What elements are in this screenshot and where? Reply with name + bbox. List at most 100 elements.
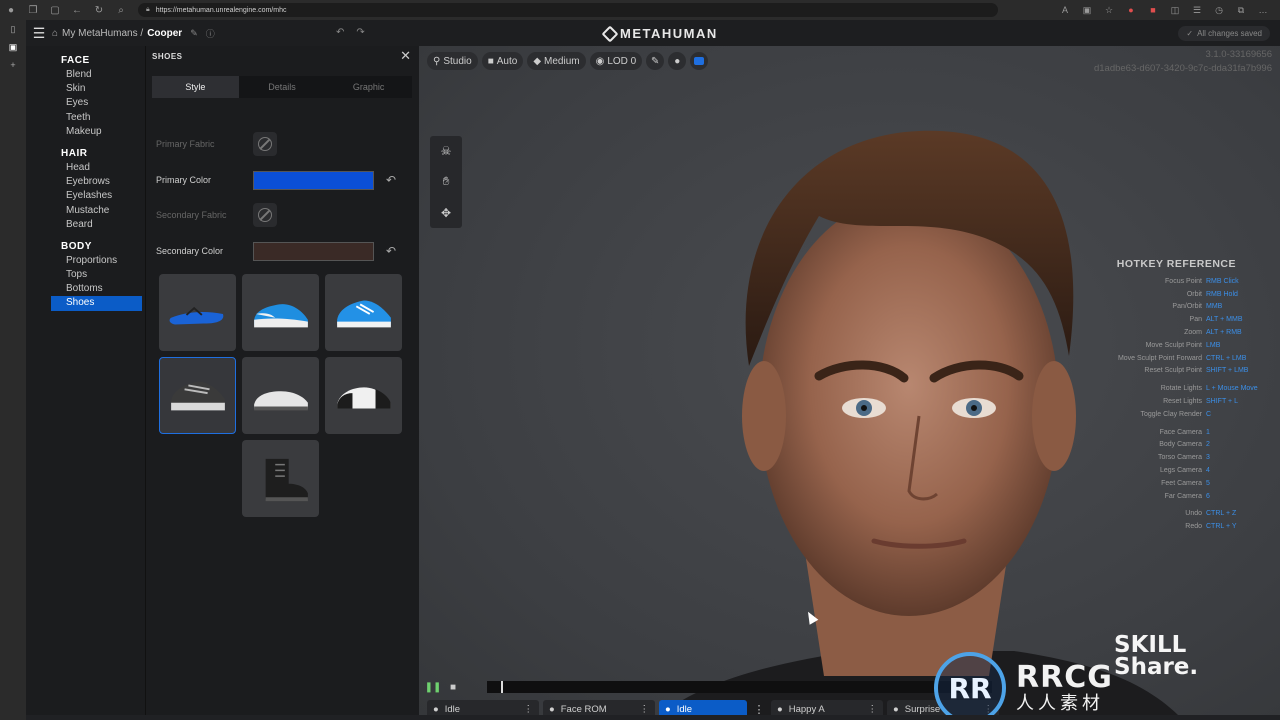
playhead[interactable]: [501, 681, 503, 693]
3d-viewport[interactable]: ⚲ Studio ■ Auto ◆ Medium ◉ LOD 0 ✎ ● 3.1.0-3…: [419, 46, 1280, 715]
reset-icon[interactable]: ↶: [386, 244, 396, 258]
auto-camera-button[interactable]: ■ Auto: [481, 52, 524, 70]
lod-button[interactable]: ◉ LOD 0: [589, 52, 643, 70]
tab-graphic[interactable]: Graphic: [325, 76, 412, 98]
tab-actions-icon[interactable]: ❐: [22, 5, 44, 16]
sidebar-item-eyelashes[interactable]: Eyelashes: [26, 189, 145, 203]
sidebar-icon[interactable]: ◫: [1164, 5, 1186, 16]
sculpt-toggle-button[interactable]: ✎: [646, 52, 665, 70]
face-icon: ●: [665, 703, 671, 715]
animation-preset-idle[interactable]: ● Idle: [659, 700, 747, 715]
hotkey-binding: 3: [1206, 454, 1210, 462]
shoe-option-2[interactable]: [242, 274, 319, 351]
favorites-icon[interactable]: ☰: [1186, 5, 1208, 16]
more-options-icon[interactable]: ⋮: [868, 704, 878, 715]
hotkey-action: Undo: [1185, 510, 1202, 518]
extension-2-icon[interactable]: ■: [1142, 5, 1164, 16]
close-icon[interactable]: ✕: [400, 48, 411, 64]
stop-icon[interactable]: ■: [447, 681, 459, 693]
camera-icon: ■: [487, 55, 494, 67]
hotkey-binding: 6: [1206, 492, 1210, 500]
animation-preset-idle[interactable]: ● Idle ⋮: [427, 700, 539, 715]
shoe-option-4[interactable]: [159, 357, 236, 434]
shoe-option-1[interactable]: [159, 274, 236, 351]
shoe-option-3[interactable]: [325, 274, 402, 351]
back-icon[interactable]: ←: [66, 5, 88, 16]
display-mode-icon: [694, 57, 705, 65]
sidebar-item-eyes[interactable]: Eyes: [26, 96, 145, 110]
redo-icon[interactable]: ↷: [356, 27, 364, 38]
shoe-option-6[interactable]: [325, 357, 402, 434]
search-icon[interactable]: ⌕: [110, 5, 132, 16]
hand-icon[interactable]: ✋︎: [443, 174, 450, 189]
sidebar-active-tab-icon[interactable]: ▣: [0, 38, 26, 56]
edit-name-icon[interactable]: ✎: [190, 28, 198, 39]
category-title[interactable]: BODY: [26, 240, 145, 254]
category-title[interactable]: FACE: [26, 54, 145, 68]
hotkey-action: Reset Sculpt Point: [1144, 367, 1202, 375]
more-options-icon[interactable]: ⋮: [640, 704, 650, 715]
animation-preset-face-rom[interactable]: ● Face ROM ⋮: [543, 700, 655, 715]
reload-icon[interactable]: ↻: [88, 5, 110, 16]
sidebar-item-blend[interactable]: Blend: [26, 68, 145, 82]
shoe-option-5[interactable]: [242, 357, 319, 434]
sidebar-item-bottoms[interactable]: Bottoms: [26, 282, 145, 296]
sidebar-item-makeup[interactable]: Makeup: [26, 125, 145, 139]
more-options-icon[interactable]: ⋮: [524, 704, 534, 715]
clay-render-button[interactable]: ●: [668, 52, 687, 70]
quality-button[interactable]: ◆ Medium: [527, 52, 586, 70]
hotkey-action: Body Camera: [1159, 441, 1202, 449]
shoe-option-7[interactable]: [242, 440, 319, 517]
sidebar-item-tops[interactable]: Tops: [26, 268, 145, 282]
read-aloud-icon[interactable]: A: [1054, 5, 1076, 16]
animation-preset-happy-a[interactable]: ● Happy A ⋮: [771, 700, 883, 715]
timeline-scrubber[interactable]: [487, 681, 992, 693]
secondary-fabric-button[interactable]: [253, 203, 277, 227]
move-icon[interactable]: ✥: [441, 206, 451, 220]
sidebar-item-shoes[interactable]: Shoes: [51, 296, 142, 311]
sidebar-item-proportions[interactable]: Proportions: [26, 254, 145, 268]
hotkey-action: Move Sculpt Point Forward: [1117, 354, 1202, 362]
metahuman-creator-app: ☰ ⌂ My MetaHumans / Cooper ✎ ⓘ ↶ ↷ METAH…: [26, 20, 1280, 715]
help-icon[interactable]: ⓘ: [206, 27, 215, 40]
sidebar-item-beard[interactable]: Beard: [26, 218, 145, 232]
menu-icon[interactable]: …: [1252, 5, 1274, 16]
favorite-icon[interactable]: ☆: [1098, 5, 1120, 16]
tab-style[interactable]: Style: [152, 76, 239, 98]
display-mode-button[interactable]: [690, 52, 709, 70]
sidebar-item-skin[interactable]: Skin: [26, 82, 145, 96]
primary-color-swatch[interactable]: [253, 170, 374, 190]
face-icon: ●: [777, 703, 783, 715]
menu-icon[interactable]: ☰: [26, 25, 52, 42]
sidebar-tab-icon[interactable]: ▯: [0, 20, 26, 38]
profile-icon[interactable]: ●: [0, 5, 22, 16]
undo-icon[interactable]: ↶: [336, 27, 344, 38]
studio-light-button[interactable]: ⚲ Studio: [427, 52, 478, 70]
slip-on-sneaker-icon: [253, 303, 308, 327]
sidebar-item-mustache[interactable]: Mustache: [26, 204, 145, 218]
primary-fabric-button[interactable]: [253, 132, 277, 156]
breadcrumb-parent[interactable]: My MetaHumans /: [62, 28, 143, 39]
panel-title: SHOES: [152, 52, 183, 61]
sidebar-item-eyebrows[interactable]: Eyebrows: [26, 175, 145, 189]
face-icon: ●: [433, 703, 439, 715]
history-icon[interactable]: ◷: [1208, 5, 1230, 16]
category-title[interactable]: HAIR: [26, 147, 145, 161]
metahuman-logo-icon: [601, 25, 619, 42]
extension-icon[interactable]: ●: [1120, 5, 1142, 16]
sidebar-item-head[interactable]: Head: [26, 161, 145, 175]
address-bar[interactable]: 🔒︎ https://metahuman.unrealengine.com/mh…: [138, 3, 998, 17]
skull-icon[interactable]: ☠: [441, 144, 452, 158]
home-icon[interactable]: ⌂: [52, 28, 58, 39]
tabs-icon[interactable]: ▢: [44, 5, 66, 16]
reset-icon[interactable]: ↶: [386, 173, 396, 187]
split-screen-icon[interactable]: ▣: [1076, 5, 1098, 16]
more-options-icon[interactable]: ⋮: [751, 700, 767, 716]
sidebar-add-icon[interactable]: +: [0, 56, 26, 74]
pause-icon[interactable]: ❚❚: [425, 681, 442, 693]
collections-icon[interactable]: ⧉: [1230, 5, 1252, 16]
hotkey-row: Move Sculpt Point LMB: [1079, 339, 1275, 352]
tab-details[interactable]: Details: [239, 76, 326, 98]
secondary-color-swatch[interactable]: [253, 241, 374, 261]
sidebar-item-teeth[interactable]: Teeth: [26, 111, 145, 125]
